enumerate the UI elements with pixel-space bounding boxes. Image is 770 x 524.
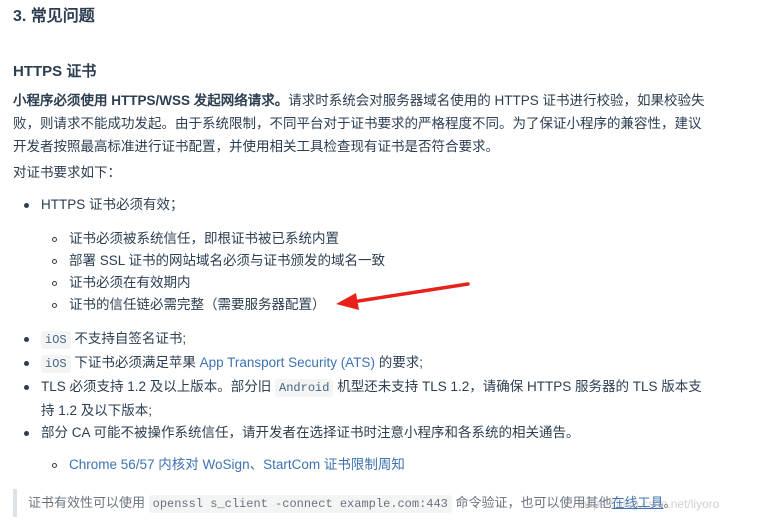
sub-item-domain: 部署 SSL 证书的网站域名必须与证书颁发的域名一致 [69, 253, 386, 268]
list-item-ca: 部分 CA 可能不被操作系统信任，请开发者在选择证书时注意小程序和各系统的相关通… [41, 425, 580, 440]
inline-code: iOS [41, 355, 71, 373]
bullet-dot [24, 431, 29, 436]
item-text: 机型还未支持 TLS 1.2，请确保 HTTPS 服务器的 TLS 版本支 [333, 379, 702, 394]
bullet-dot [24, 337, 29, 342]
list-item-ios-selfsigned: iOS 不支持自签名证书; [41, 328, 186, 351]
subsection-title: HTTPS 证书 [13, 63, 97, 80]
intro-line1: 请求时系统会对服务器域名使用的 HTTPS 证书进行校验，如果校验失 [288, 93, 705, 108]
bullet-dot [24, 385, 29, 390]
item-text: TLS 必须支持 1.2 及以上版本。部分旧 [41, 379, 276, 394]
requirements-intro: 对证书要求如下： [13, 165, 121, 180]
inline-code: Android [275, 379, 334, 397]
wosign-link[interactable]: Chrome 56/57 内核对 WoSign、StartCom 证书限制周知 [69, 454, 405, 476]
ats-link[interactable]: App Transport Security (ATS) [200, 355, 375, 370]
tip-text-a: 证书有效性可以使用 [28, 495, 149, 510]
intro-line3: 开发者按照最高标准进行证书配置，并使用相关工具检查现有证书是否符合要求。 [13, 139, 499, 154]
sub-bullet-ring [52, 303, 57, 308]
red-arrow-icon [336, 282, 470, 310]
inline-code: iOS [41, 331, 71, 349]
bullet-dot [24, 361, 29, 366]
sub-item-chain: 证书的信任链必需完整（需要服务器配置） [69, 297, 326, 312]
intro-paragraph: 小程序必须使用 HTTPS/WSS 发起网络请求。请求时系统会对服务器域名使用的… [13, 89, 743, 158]
sub-bullet-ring [52, 463, 57, 468]
wosign-link-text[interactable]: Chrome 56/57 内核对 WoSign、StartCom 证书限制周知 [69, 457, 405, 472]
list-item-tls: TLS 必须支持 1.2 及以上版本。部分旧 Android 机型还未支持 TL… [41, 376, 702, 399]
list-item-ios-ats: iOS 下证书必须满足苹果 App Transport Security (AT… [41, 352, 423, 375]
bullet-dot [24, 203, 29, 208]
intro-line2: 败，则请求不能成功发起。由于系统限制，不同平台对于证书要求的严格程度不同。为了保… [13, 116, 702, 131]
sub-item-trusted: 证书必须被系统信任，即根证书被已系统内置 [69, 231, 339, 246]
list-item-tls-line2: 持 1.2 及以下版本; [41, 403, 153, 418]
inline-code: openssl s_client -connect example.com:44… [148, 495, 452, 513]
section-title: 3. 常见问题 [13, 8, 95, 25]
item-text: 不支持自签名证书; [70, 331, 187, 346]
watermark: https://blog.csdn.net/liyoro [580, 497, 720, 511]
intro-bold: 小程序必须使用 HTTPS/WSS 发起网络请求。 [13, 93, 289, 108]
sub-bullet-ring [52, 259, 57, 264]
sub-bullet-ring [52, 237, 57, 242]
item-text: 下证书必须满足苹果 [70, 355, 200, 370]
list-item-https-valid: HTTPS 证书必须有效； [41, 197, 184, 212]
sub-item-validity: 证书必须在有效期内 [69, 275, 191, 290]
item-text: 的要求; [374, 355, 423, 370]
sub-bullet-ring [52, 281, 57, 286]
